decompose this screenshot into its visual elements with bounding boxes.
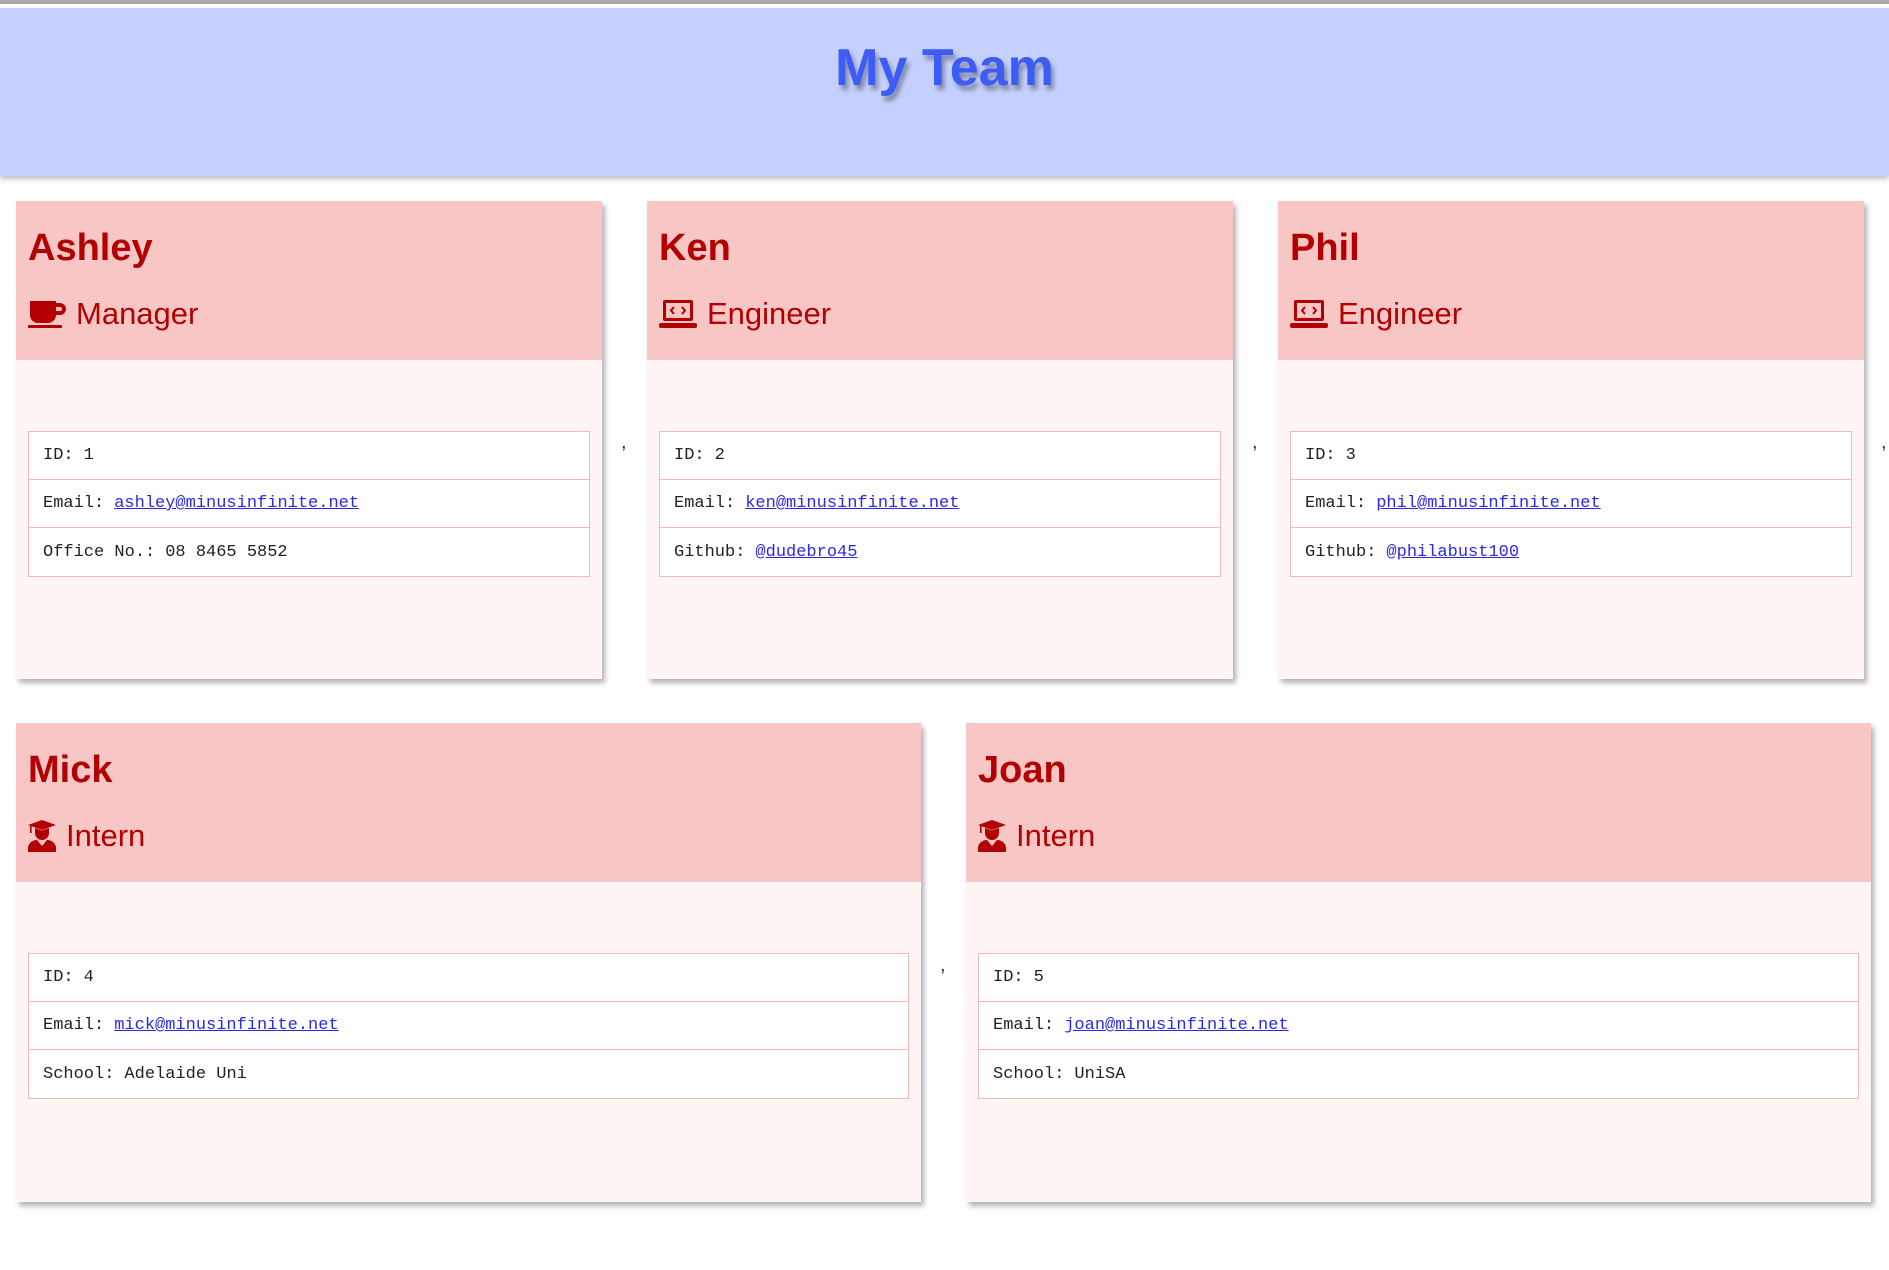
employee-card-joan: Joan Intern ID: 5 Email: joan@minusinfin… <box>966 723 1871 1202</box>
coffee-icon <box>28 299 66 329</box>
email-row: Email: phil@minusinfinite.net <box>1291 480 1851 528</box>
employee-name: Ashley <box>28 227 153 269</box>
email-link[interactable]: joan@minusinfinite.net <box>1064 1016 1288 1035</box>
school-row: School: Adelaide Uni <box>29 1050 908 1098</box>
id-row: ID: 4 <box>29 954 908 1002</box>
employee-card-ashley: Ashley Manager ID: 1 Email: ashley@minus… <box>16 201 602 679</box>
office-label: Office No.: <box>43 542 156 562</box>
github-link[interactable]: @philabust100 <box>1386 543 1519 562</box>
email-label: Email: <box>674 494 736 513</box>
email-row: Email: ken@minusinfinite.net <box>660 480 1220 528</box>
info-list: ID: 3 Email: phil@minusinfinite.net Gith… <box>1290 431 1852 577</box>
employee-name: Mick <box>28 749 113 791</box>
card-header: Ashley Manager <box>16 201 602 360</box>
separator: , <box>940 954 946 976</box>
employee-role: Manager <box>28 296 198 332</box>
id-value: 1 <box>83 446 94 465</box>
email-link[interactable]: ashley@minusinfinite.net <box>114 494 359 513</box>
email-label: Email: <box>43 494 105 513</box>
graduate-icon <box>28 820 56 852</box>
role-label: Intern <box>1016 818 1096 853</box>
info-list: ID: 5 Email: joan@minusinfinite.net Scho… <box>978 953 1859 1099</box>
id-value: 5 <box>1033 968 1044 987</box>
email-row: Email: ashley@minusinfinite.net <box>29 480 589 528</box>
role-label: Manager <box>76 296 199 331</box>
email-label: Email: <box>993 1016 1055 1035</box>
info-list: ID: 4 Email: mick@minusinfinite.net Scho… <box>28 953 909 1099</box>
school-value: UniSA <box>1074 1064 1126 1084</box>
email-row: Email: joan@minusinfinite.net <box>979 1002 1858 1050</box>
page-title: My Team <box>835 39 1054 97</box>
laptop-code-icon <box>659 299 697 329</box>
employee-card-ken: Ken Engineer ID: 2 Email: ken@minusinfin… <box>647 201 1233 679</box>
id-label: ID: <box>674 446 705 465</box>
office-value: 08 8465 5852 <box>165 542 288 562</box>
id-row: ID: 5 <box>979 954 1858 1002</box>
github-link[interactable]: @dudebro45 <box>755 543 857 562</box>
card-header: Ken Engineer <box>647 201 1233 360</box>
employee-card-mick: Mick Intern ID: 4 Email: mick@minusinfin… <box>16 723 921 1202</box>
id-row: ID: 2 <box>660 432 1220 480</box>
github-label: Github: <box>674 542 746 562</box>
school-row: School: UniSA <box>979 1050 1858 1098</box>
role-label: Engineer <box>1338 296 1463 331</box>
email-label: Email: <box>43 1016 105 1035</box>
employee-role: Intern <box>28 818 145 854</box>
office-row: Office No.: 08 8465 5852 <box>29 528 589 576</box>
id-value: 2 <box>714 446 725 465</box>
card-header: Mick Intern <box>16 723 921 882</box>
graduate-icon <box>978 820 1006 852</box>
id-label: ID: <box>1305 446 1336 465</box>
id-label: ID: <box>43 446 74 465</box>
school-label: School: <box>993 1064 1065 1084</box>
separator: , <box>621 431 627 453</box>
separator: , <box>1881 431 1887 453</box>
id-label: ID: <box>43 968 74 987</box>
id-value: 3 <box>1345 446 1356 465</box>
card-header: Joan Intern <box>966 723 1871 882</box>
email-label: Email: <box>1305 494 1367 513</box>
employee-role: Intern <box>978 818 1095 854</box>
info-list: ID: 2 Email: ken@minusinfinite.net Githu… <box>659 431 1221 577</box>
id-row: ID: 3 <box>1291 432 1851 480</box>
employee-role: Engineer <box>659 296 831 332</box>
employee-card-phil: Phil Engineer ID: 3 Email: phil@minusinf… <box>1278 201 1864 679</box>
id-label: ID: <box>993 968 1024 987</box>
card-header: Phil Engineer <box>1278 201 1864 360</box>
separator: , <box>1252 431 1258 453</box>
employee-name: Joan <box>978 749 1067 791</box>
employee-name: Phil <box>1290 227 1360 269</box>
email-link[interactable]: mick@minusinfinite.net <box>114 1016 338 1035</box>
role-label: Engineer <box>707 296 832 331</box>
laptop-code-icon <box>1290 299 1328 329</box>
id-row: ID: 1 <box>29 432 589 480</box>
github-row: Github: @dudebro45 <box>660 528 1220 576</box>
github-row: Github: @philabust100 <box>1291 528 1851 576</box>
role-label: Intern <box>66 818 146 853</box>
school-value: Adelaide Uni <box>124 1064 247 1084</box>
school-label: School: <box>43 1064 115 1084</box>
email-link[interactable]: ken@minusinfinite.net <box>745 494 959 513</box>
info-list: ID: 1 Email: ashley@minusinfinite.net Of… <box>28 431 590 577</box>
email-link[interactable]: phil@minusinfinite.net <box>1376 494 1600 513</box>
employee-name: Ken <box>659 227 731 269</box>
page-header: My Team <box>0 8 1889 176</box>
employee-role: Engineer <box>1290 296 1462 332</box>
id-value: 4 <box>83 968 94 987</box>
email-row: Email: mick@minusinfinite.net <box>29 1002 908 1050</box>
github-label: Github: <box>1305 542 1377 562</box>
